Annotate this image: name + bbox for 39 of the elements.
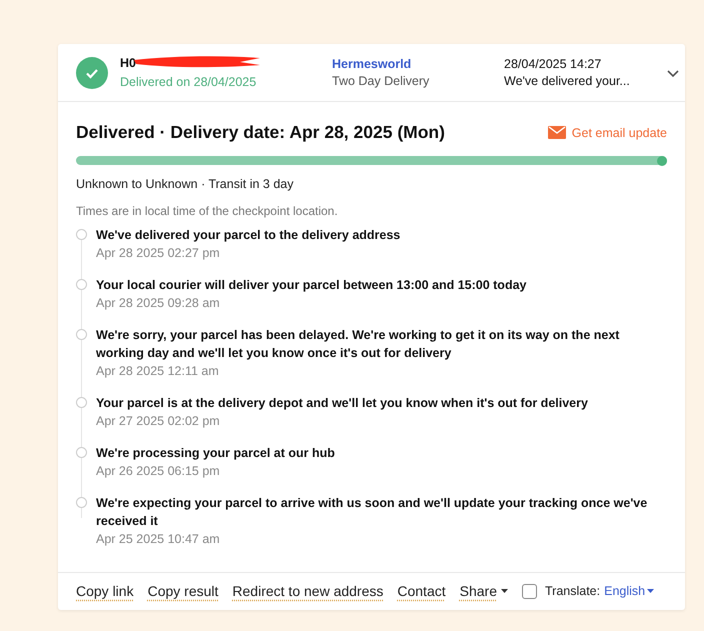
route-text: Unknown to Unknown · Transit in 3 day (76, 177, 294, 191)
checkpoint-time: Apr 27 2025 02:02 pm (96, 413, 221, 430)
caret-icon (500, 589, 508, 593)
checkpoint-time: Apr 25 2025 10:47 am (96, 531, 221, 548)
timeline-dot (76, 397, 87, 408)
latest-time: 28/04/2025 14:27 (504, 57, 602, 71)
checkpoint-message: We're processing your parcel at our hub (96, 445, 335, 462)
delivery-title: Delivered · Delivery date: Apr 28, 2025 (Mon) (76, 122, 445, 143)
timeline-dot (76, 497, 87, 508)
footer-link[interactable]: Copy result (148, 583, 218, 599)
timeline-dot (76, 447, 87, 458)
timeline-dot (76, 229, 87, 240)
checkpoint-time: Apr 28 2025 02:27 pm (96, 245, 221, 262)
checkpoint-message: Your parcel is at the delivery depot and we'll let you know when it's out for delivery (96, 395, 588, 412)
check-circle-icon (76, 56, 108, 88)
tracking-number: H0 (120, 56, 136, 70)
footer-link[interactable]: Redirect to new address (232, 583, 384, 599)
language-dropdown[interactable]: English (604, 584, 654, 598)
delivery-status: Delivered on 28/04/2025 (120, 75, 258, 89)
checkpoint-message: We've delivered your parcel to the delivery address (96, 227, 400, 244)
carrier-name: Hermesworld (332, 57, 412, 71)
footer-link[interactable]: Contact (397, 583, 446, 599)
checkpoint-message: Your local courier will deliver your parcel between 13:00 and 15:00 today (96, 277, 526, 294)
checkpoint-time: Apr 28 2025 09:28 am (96, 295, 221, 312)
share-dropdown[interactable]: Share (460, 583, 508, 599)
checkpoint-message: We're sorry, your parcel has been delayed. We're working to get it on its way on the next working day and we'll let you know once it's out for delivery (96, 327, 620, 362)
service-type: Two Day Delivery (332, 74, 430, 88)
checkpoint-time: Apr 28 2025 12:11 am (96, 363, 220, 380)
translate-label: Translate: (544, 584, 600, 598)
translate-checkbox[interactable] (522, 584, 537, 598)
mail-icon (548, 126, 566, 139)
timeline-dot (76, 279, 87, 290)
checkpoint-message: We're expecting your parcel to arrive with us soon and we'll update your tracking once we've received it (96, 495, 648, 530)
timeline-dot (76, 329, 87, 340)
latest-event: We've delivered your... (504, 74, 631, 88)
footer-link[interactable]: Copy link (76, 583, 134, 599)
timezone-note: Times are in local time of the checkpoint location. (76, 204, 339, 218)
checkpoint-time: Apr 26 2025 06:15 pm (96, 463, 221, 480)
caret-icon (647, 589, 654, 593)
